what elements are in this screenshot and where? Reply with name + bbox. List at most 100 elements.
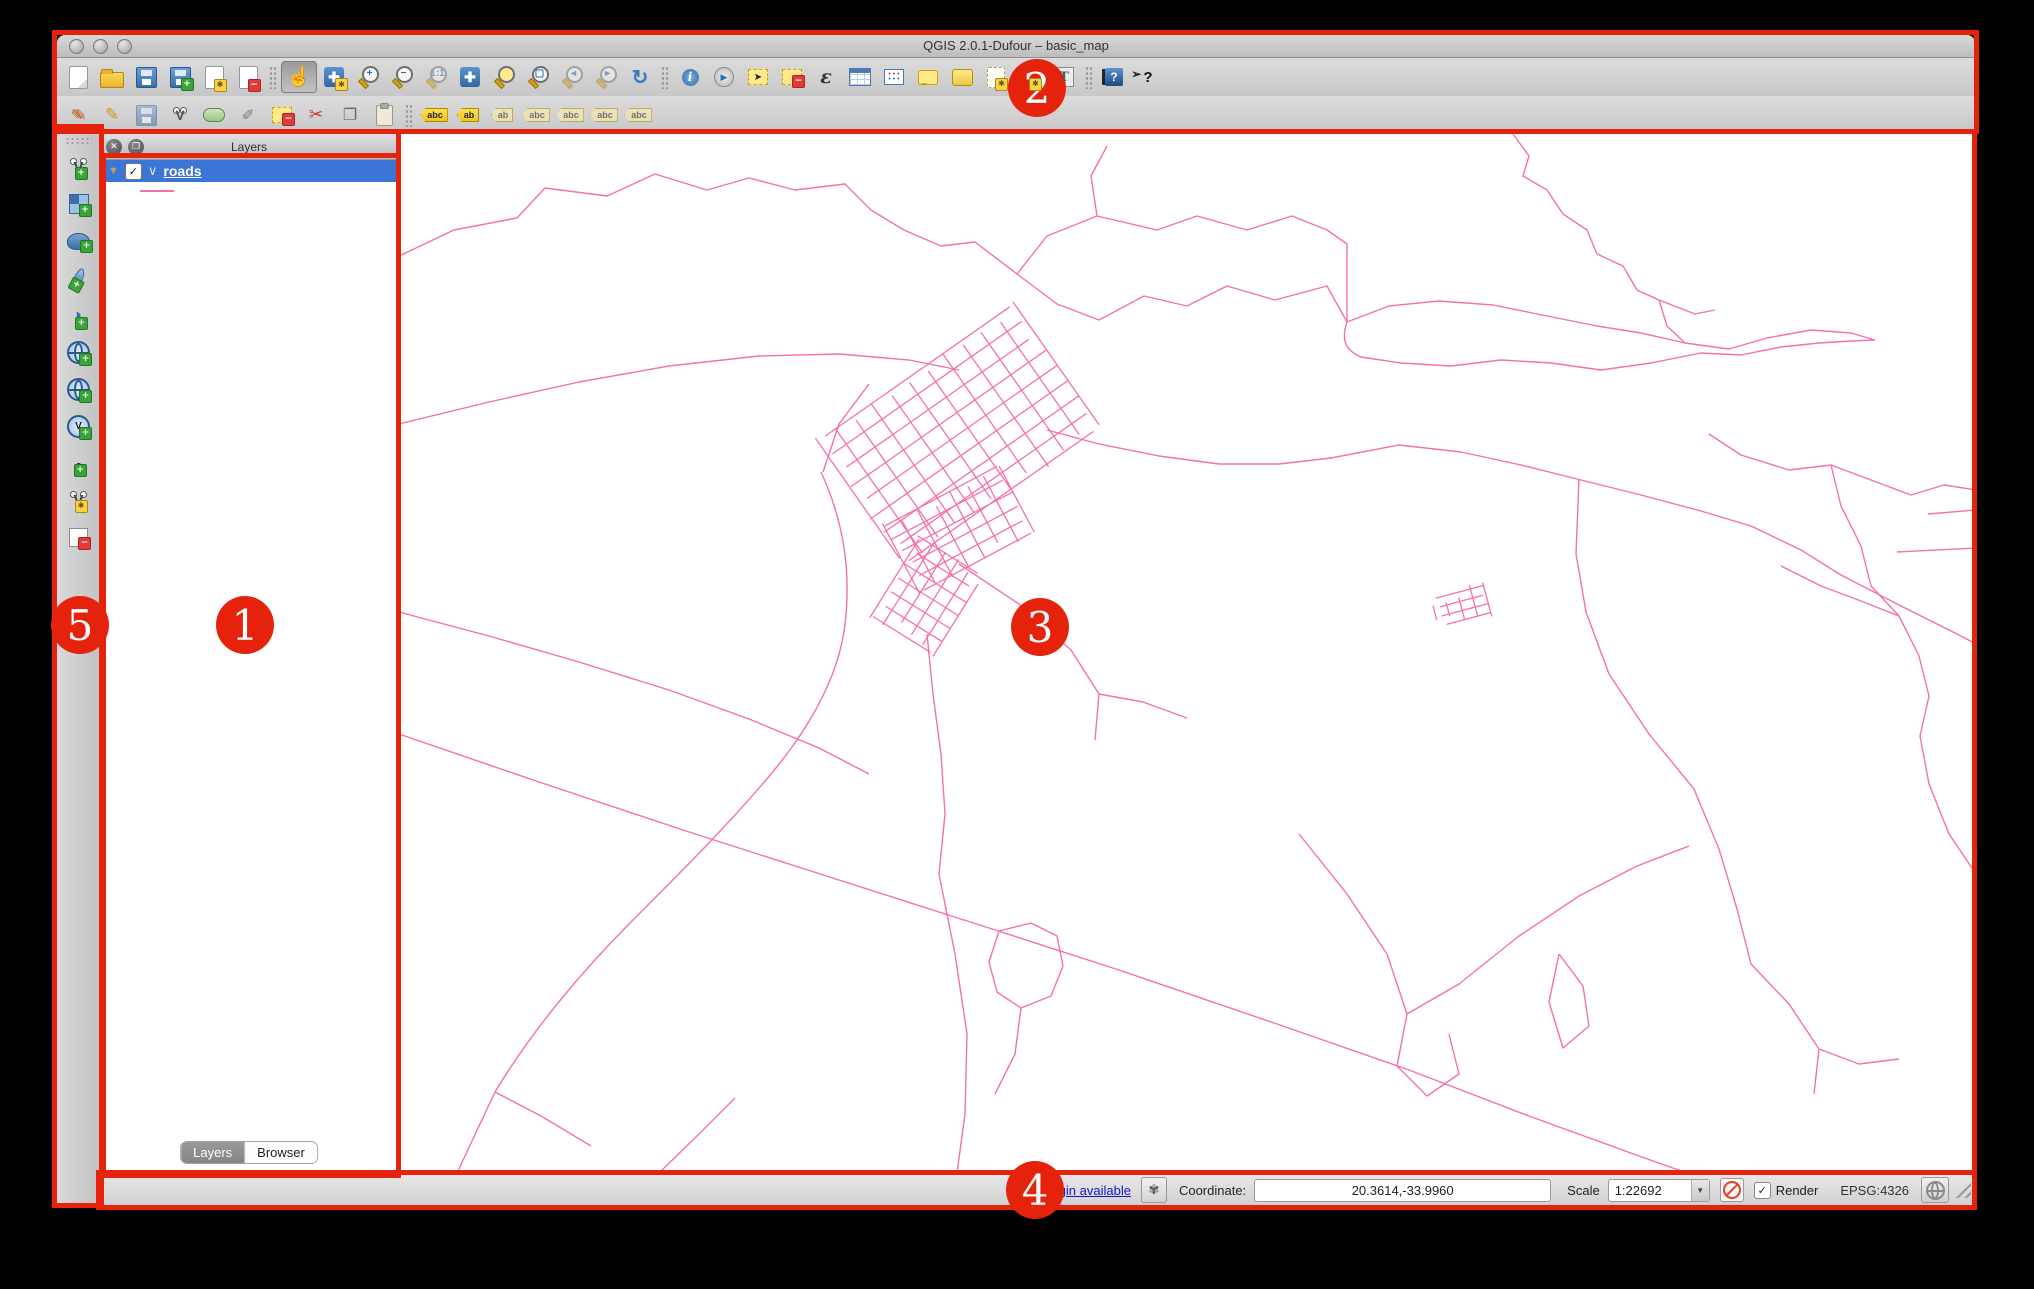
toggle-editing-button[interactable]: ✎ — [95, 100, 129, 130]
coordinate-field[interactable]: 20.3614,-33.9960 — [1254, 1178, 1552, 1202]
pan-map-to-selection-button[interactable]: ✚ ✱ — [317, 62, 351, 92]
text-annotation-icon: T — [1054, 67, 1074, 87]
move-label-button[interactable]: abc — [553, 100, 587, 130]
rotate-label-button[interactable]: abc — [587, 100, 621, 130]
new-shapefile-layer-button[interactable]: V✱ — [62, 485, 96, 515]
save-project-button[interactable] — [129, 62, 163, 92]
form-annotation-button[interactable]: ✱ — [1013, 62, 1047, 92]
zoom-to-layer-button[interactable]: ▢ — [521, 62, 555, 92]
change-label-icon: abc — [624, 108, 652, 122]
pin-label-button[interactable]: ab — [451, 100, 485, 130]
chevron-down-icon[interactable]: ▼ — [1690, 1179, 1709, 1201]
render-checkbox[interactable]: ✓ — [1753, 1181, 1771, 1199]
add-delimited-text-layer-button[interactable]: , + — [62, 444, 96, 478]
current-edits-button[interactable]: ✎✎ — [61, 100, 95, 130]
field-calculator-button[interactable] — [877, 62, 911, 92]
move-label-icon: abc — [556, 108, 584, 122]
save-layer-edits-button[interactable] — [129, 100, 163, 130]
labeling-options-button[interactable]: abc — [417, 100, 451, 130]
layer-visibility-checkbox[interactable]: ✓ — [124, 162, 142, 180]
layer-item-roads[interactable]: ▼ ✓ ∨ roads — [100, 160, 398, 182]
measure-line-button[interactable]: ε — [809, 62, 843, 92]
map-tips-button[interactable] — [911, 62, 945, 92]
whats-this-button[interactable]: ? — [1131, 62, 1165, 92]
open-attribute-table-button[interactable] — [843, 62, 877, 92]
pan-map-button[interactable]: ☝ — [281, 61, 317, 93]
add-wms-layer-button[interactable]: + — [62, 337, 96, 367]
run-feature-action-button[interactable]: ▶ — [707, 62, 741, 92]
stop-render-icon[interactable] — [1719, 1178, 1744, 1202]
globe-icon — [1925, 1180, 1945, 1200]
new-plugin-link[interactable]: new plugin available — [1014, 1183, 1131, 1198]
move-feature-button[interactable] — [197, 100, 231, 130]
tab-browser[interactable]: Browser — [244, 1142, 317, 1163]
zoom-full-button[interactable]: ✚ — [453, 62, 487, 92]
help-contents-button[interactable]: ? — [1097, 62, 1131, 92]
resize-grip[interactable] — [1955, 1182, 1971, 1198]
show-hide-labels-button[interactable]: abc — [519, 100, 553, 130]
add-mssql-layer-button[interactable]: ◗ + — [62, 300, 96, 330]
change-label-button[interactable]: abc — [621, 100, 655, 130]
show-bookmarks-button[interactable]: ✱ — [979, 62, 1013, 92]
remove-layer-icon: − — [69, 527, 91, 550]
add-raster-layer-button[interactable]: + — [62, 189, 96, 219]
roads-layer-rendering — [399, 134, 1975, 1173]
zoom-last-button[interactable]: ◂ — [555, 62, 589, 92]
delete-selected-button[interactable]: − — [265, 100, 299, 130]
tab-layers[interactable]: Layers — [181, 1142, 245, 1163]
zoom-in-button[interactable]: + — [351, 62, 385, 92]
scale-combobox[interactable]: 1:22692 ▼ — [1607, 1178, 1710, 1202]
layers-panel: ✕ ❐ Layers ▼ ✓ ∨ roads Layers Browser — [100, 134, 399, 1172]
layer-symbology-sample — [140, 190, 174, 192]
map-canvas[interactable] — [399, 134, 1975, 1173]
zoom-next-button[interactable]: ▸ — [589, 62, 623, 92]
unpin-labels-button[interactable]: ab — [485, 100, 519, 130]
identify-features-button[interactable]: i — [673, 62, 707, 92]
deselect-features-button[interactable]: − — [775, 62, 809, 92]
plugin-icon[interactable]: ✾ — [1140, 1177, 1167, 1203]
open-project-icon — [100, 68, 124, 88]
vector-layer-icon: ∨ — [147, 163, 158, 178]
coordinate-label: Coordinate: — [1178, 1182, 1247, 1198]
add-wcs-layer-button[interactable]: + — [62, 374, 96, 404]
delete-selected-icon: − — [272, 107, 295, 126]
crs-status-button[interactable] — [1921, 1177, 1949, 1203]
copy-features-button[interactable]: ❐ — [333, 100, 367, 130]
zoom-last-icon: ◂ — [561, 66, 583, 88]
cut-features-button[interactable]: ✂ — [299, 100, 333, 130]
new-bookmark-button[interactable] — [945, 62, 979, 92]
remove-layer-button[interactable]: − — [62, 522, 96, 552]
new-print-composer-button[interactable]: ✱ — [197, 62, 231, 92]
new-project-button[interactable] — [61, 62, 95, 92]
add-wfs-layer-button[interactable]: V + — [62, 411, 96, 441]
add-postgis-layer-button[interactable]: + — [62, 226, 96, 256]
select-features-button[interactable]: ➤ — [741, 62, 775, 92]
map-refresh-button[interactable]: ↻ — [623, 62, 657, 92]
toolbar-separator[interactable] — [404, 103, 414, 127]
text-annotation-button[interactable]: T — [1047, 62, 1081, 92]
zoom-out-button[interactable]: − — [385, 62, 419, 92]
toolbar-separator[interactable] — [1084, 65, 1094, 89]
pan-map-icon: ☝ — [287, 67, 311, 88]
toolbar-separator[interactable] — [268, 65, 278, 89]
save-project-as-button[interactable]: + — [163, 62, 197, 92]
save-project-as-icon: + — [169, 66, 194, 91]
toolbar-drag-handle[interactable] — [65, 137, 92, 145]
zoom-to-selection-button[interactable] — [487, 62, 521, 92]
status-bar: new plugin available ✾ Coordinate: 20.36… — [100, 1171, 1975, 1208]
toolbar-separator[interactable] — [660, 65, 670, 89]
node-tool-button[interactable]: ✐ — [231, 100, 265, 130]
pan-map-to-selection-icon: ✚ ✱ — [324, 67, 348, 91]
open-project-button[interactable] — [95, 62, 129, 92]
disclosure-triangle-icon[interactable]: ▼ — [108, 165, 119, 177]
zoom-native-button[interactable]: 1:1 — [419, 62, 453, 92]
toggle-editing-icon: ✎ — [104, 105, 120, 124]
add-vector-layer-button[interactable]: V+ — [62, 152, 96, 182]
open-attribute-table-icon — [849, 68, 871, 86]
rotate-label-icon: abc — [590, 108, 618, 122]
paste-features-button[interactable] — [367, 100, 401, 130]
add-spatialite-layer-button[interactable]: + — [62, 263, 96, 294]
move-feature-icon — [203, 108, 225, 122]
add-feature-button[interactable]: V — [163, 100, 197, 130]
composer-manager-button[interactable]: − — [231, 62, 265, 92]
